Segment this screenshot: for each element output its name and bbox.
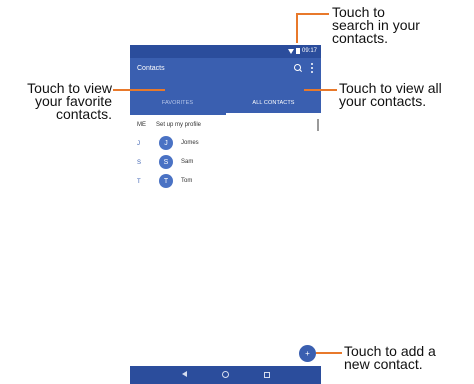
callout-line: contacts. [332,30,389,46]
status-time: 09:17 [301,48,317,54]
leader-line [113,89,165,91]
home-icon[interactable] [222,371,229,378]
callout-add-contact: Touch to add a new contact. [344,344,436,372]
callout-line: contacts. [55,106,112,122]
avatar: S [159,155,173,169]
app-bar: Contacts [130,58,321,91]
profile-row[interactable]: ME Set up my profile [130,115,321,133]
navigation-bar [130,366,321,384]
scrollbar[interactable] [317,119,319,131]
contact-row[interactable]: J J Jomes [130,135,321,153]
contact-row[interactable]: T T Tom [130,173,321,191]
leader-line [296,13,298,43]
status-icons: 09:17 [287,48,317,54]
more-vert-icon[interactable] [310,63,314,73]
phone-screen: 09:17 Contacts FAVORITES ALL CONTACTS ME… [130,45,321,384]
section-letter: S [137,160,142,166]
avatar: T [159,174,173,188]
avatar: J [159,136,173,150]
callout-all-contacts: Touch to view all your contacts. [339,81,442,109]
contact-row[interactable]: S S Sam [130,154,321,172]
tab-all-contacts[interactable]: ALL CONTACTS [226,91,321,115]
leader-line [304,89,337,91]
status-bar: 09:17 [130,45,321,58]
contact-name: Sam [181,159,194,165]
contact-name: Tom [181,178,193,184]
battery-icon [295,48,300,54]
leader-line [316,352,342,354]
app-title: Contacts [137,65,165,72]
profile-setup-text: Set up my profile [156,122,202,128]
callout-search: Touch to search in your contacts. [332,5,420,46]
tab-favorites[interactable]: FAVORITES [130,91,225,115]
profile-tag: ME [137,122,146,128]
search-icon[interactable] [294,64,301,71]
recents-icon[interactable] [264,372,270,378]
tab-bar: FAVORITES ALL CONTACTS [130,91,321,115]
leader-line [296,13,329,15]
section-letter: T [137,179,141,185]
back-icon[interactable] [182,371,187,377]
wifi-icon [287,48,294,54]
contact-name: Jomes [181,140,199,146]
add-contact-icon: + [305,348,310,358]
section-letter: J [137,141,140,147]
callout-line: new contact. [344,356,423,372]
add-contact-button[interactable]: + [299,345,316,362]
callout-favorites: Touch to view your favorite contacts. [2,81,112,122]
callout-line: your contacts. [339,93,427,109]
